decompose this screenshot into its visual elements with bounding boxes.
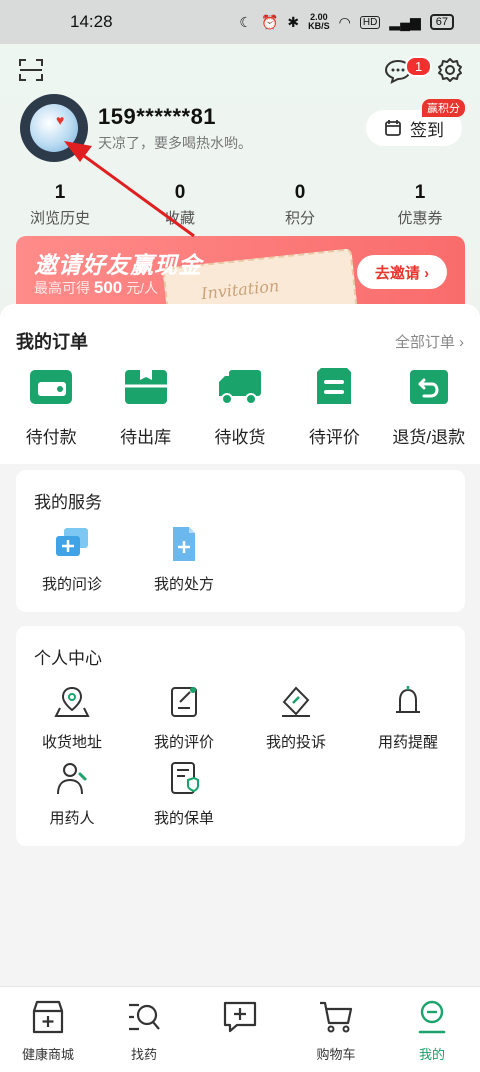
username: 159******81 (98, 104, 217, 129)
hd-badge: HD (359, 15, 381, 29)
signin-label: 签到 (410, 120, 444, 140)
bell-icon (396, 686, 420, 713)
menu-medication-reminder[interactable]: 用药提醒 (352, 684, 464, 752)
all-orders-link[interactable]: 全部订单 › (395, 331, 464, 352)
menu-medication-user[interactable]: 用药人 (16, 760, 128, 828)
banner-subtitle: 最高可得 500 元/人 (34, 278, 159, 297)
bluetooth-icon: ✱ (287, 13, 300, 30)
order-pending-shipment[interactable]: 待出库 (101, 366, 191, 448)
stat-favorites[interactable]: 0 收藏 (120, 182, 240, 228)
orders-title: 我的订单 (16, 332, 88, 352)
tab-store[interactable]: 健康商城 (0, 987, 96, 1072)
complaint-icon (282, 686, 310, 717)
orders-card: 我的订单 全部订单 › 待付款 待出库 待收货 待评价 退货/退款 (0, 304, 480, 464)
menu-my-policy[interactable]: 我的保单 (128, 760, 240, 828)
user-icon (57, 763, 87, 795)
services-card: 我的服务 我的问诊 我的处方 (16, 470, 465, 612)
order-pending-payment[interactable]: 待付款 (6, 366, 96, 448)
net-speed: 2.00 KB/S (308, 12, 330, 31)
service-prescription[interactable]: 我的处方 (128, 526, 240, 594)
moon-icon: ☾ (239, 13, 252, 30)
truck-icon (218, 370, 261, 405)
policy-icon (171, 762, 199, 794)
refund-icon (409, 370, 448, 404)
bottom-tab-bar: 健康商城 找药 购物车 我的 (0, 986, 480, 1072)
signal-icon: ▂▄▆ (389, 13, 421, 30)
profile-icon (418, 1000, 446, 1034)
points-tag: 赢积分 (422, 99, 465, 117)
gear-icon[interactable] (437, 57, 463, 83)
wallet-icon (30, 370, 73, 404)
location-icon (54, 686, 90, 717)
menu-complaints[interactable]: 我的投诉 (240, 684, 352, 752)
order-refund[interactable]: 退货/退款 (384, 366, 474, 448)
service-consult[interactable]: 我的问诊 (16, 526, 128, 594)
menu-my-reviews[interactable]: 我的评价 (128, 684, 240, 752)
stat-history[interactable]: 1 浏览历史 (0, 182, 120, 228)
search-drug-icon (129, 1003, 160, 1031)
store-icon (32, 1000, 64, 1034)
status-bar: 14:28 ☾ ⏰ ✱ 2.00 KB/S ◠ HD ▂▄▆ 67 (0, 0, 480, 44)
invite-button[interactable]: 去邀请 › (357, 255, 447, 289)
tab-consult[interactable] (192, 987, 288, 1072)
review-icon (317, 368, 352, 404)
menu-address[interactable]: 收货地址 (16, 684, 128, 752)
prescription-icon (173, 527, 195, 561)
alarm-icon: ⏰ (260, 13, 279, 30)
consult-icon (56, 528, 88, 556)
banner-title: 邀请好友赢现金 (34, 252, 202, 278)
stat-points[interactable]: 0 积分 (240, 182, 360, 228)
personal-center-card: 个人中心 收货地址 我的评价 我的投诉 用药提醒 用药人 我的保单 (16, 626, 465, 846)
personal-center-title: 个人中心 (34, 649, 102, 668)
tab-cart[interactable]: 购物车 (288, 987, 384, 1072)
calendar-icon (385, 120, 401, 136)
scan-icon[interactable] (18, 58, 44, 82)
heart-icon: ♥ (56, 112, 65, 128)
stats-row: 1 浏览历史 0 收藏 0 积分 1 优惠券 (0, 182, 480, 228)
tab-find-drug[interactable]: 找药 (96, 987, 192, 1072)
user-tagline: 天凉了，要多喝热水哟。 (98, 135, 252, 151)
avatar[interactable]: ♥ (20, 94, 88, 162)
chat-plus-icon (223, 1001, 257, 1033)
order-pending-receipt[interactable]: 待收货 (195, 366, 285, 448)
wifi-icon: ◠ (338, 13, 351, 30)
notification-badge: 1 (405, 56, 433, 77)
order-pending-review[interactable]: 待评价 (289, 366, 379, 448)
services-title: 我的服务 (34, 493, 102, 512)
cart-icon (320, 1001, 353, 1033)
edit-icon (171, 687, 197, 717)
tab-mine[interactable]: 我的 (384, 987, 480, 1072)
stat-coupons[interactable]: 1 优惠券 (360, 182, 480, 228)
package-icon (124, 370, 167, 404)
battery-icon: 67 (429, 14, 454, 30)
clock: 14:28 (70, 12, 113, 31)
